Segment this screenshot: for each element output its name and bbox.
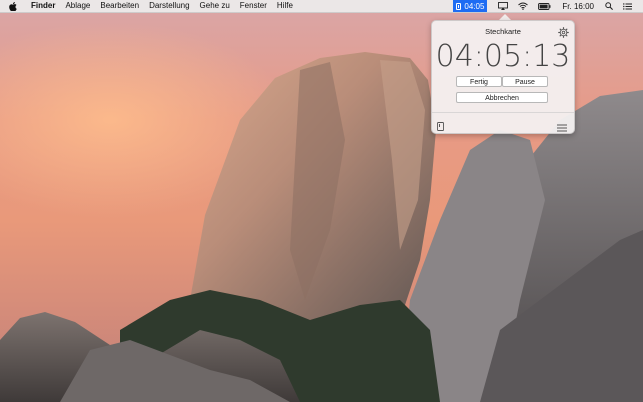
menu-bar: Finder Ablage Bearbeiten Darstellung Geh…: [0, 0, 643, 13]
popover-title: Stechkarte: [485, 27, 521, 36]
apple-icon[interactable]: [9, 1, 19, 11]
menubar-clock[interactable]: Fr. 16:00: [562, 2, 594, 11]
menu-darstellung[interactable]: Darstellung: [144, 0, 194, 12]
search-icon[interactable]: [605, 2, 613, 10]
done-button[interactable]: Fertig: [456, 76, 502, 87]
menu-bearbeiten[interactable]: Bearbeiten: [95, 0, 144, 12]
popover-divider: [432, 112, 574, 113]
elapsed-time-display: 04:05:13: [435, 39, 571, 74]
gear-icon[interactable]: [558, 25, 569, 38]
cancel-button[interactable]: Abbrechen: [456, 92, 548, 103]
status-timer-value: 04:05: [464, 1, 485, 11]
timecard-icon[interactable]: [437, 118, 444, 131]
airplay-icon[interactable]: [498, 2, 509, 10]
menu-fenster[interactable]: Fenster: [235, 0, 272, 12]
menu-hilfe[interactable]: Hilfe: [272, 0, 298, 12]
list-icon[interactable]: [557, 119, 567, 132]
wifi-icon[interactable]: [518, 2, 529, 10]
menu-ablage[interactable]: Ablage: [60, 0, 95, 12]
timecard-popover: Stechkarte 04:05:13 Fertig Pause Abbrech…: [431, 20, 575, 134]
notification-list-icon[interactable]: [623, 2, 632, 10]
menu-gehe-zu[interactable]: Gehe zu: [195, 0, 235, 12]
timecard-icon: [456, 2, 462, 10]
timecard-status-item[interactable]: 04:05: [453, 0, 488, 12]
menu-finder[interactable]: Finder: [26, 0, 60, 12]
battery-icon[interactable]: [538, 2, 551, 10]
pause-button[interactable]: Pause: [502, 76, 548, 87]
